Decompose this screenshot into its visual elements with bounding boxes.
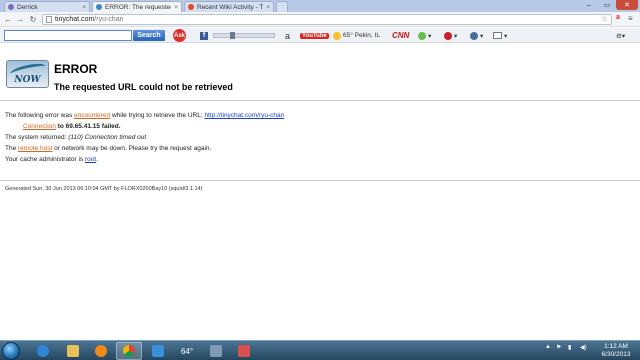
tab-strip: Derrick × ERROR: The requested URL × Rec…	[0, 0, 640, 12]
minimize-icon[interactable]: –	[580, 0, 598, 10]
new-tab-button[interactable]	[276, 1, 288, 12]
system-clock[interactable]: 1:12 AM 6/30/2013	[598, 343, 634, 359]
error-code: (110) Connection timed out	[68, 134, 147, 141]
tab-close-icon[interactable]: ×	[174, 4, 178, 11]
heart-icon[interactable]: ▾	[444, 31, 457, 40]
maximize-icon[interactable]: ▭	[598, 0, 616, 10]
root-link[interactable]: root	[85, 156, 96, 163]
error-subtitle: The requested URL could not be retrieved	[54, 82, 233, 92]
tab-title: Recent Wiki Activity - Th	[197, 3, 264, 11]
email-icon[interactable]: ▾	[493, 31, 507, 40]
encountered-link[interactable]: encountered	[74, 112, 110, 119]
file-explorer-icon[interactable]	[60, 342, 86, 360]
reload-icon[interactable]: ↻	[28, 14, 38, 24]
weather-gadget[interactable]: 64°	[174, 342, 200, 360]
error-line-connection: Connection to 69.65.41.15 failed.	[23, 123, 121, 130]
close-window-icon[interactable]: ✕	[616, 0, 638, 10]
forward-icon[interactable]: →	[15, 14, 25, 24]
tab-wiki-activity[interactable]: Recent Wiki Activity - Th ×	[184, 1, 274, 12]
paint-icon[interactable]	[231, 342, 257, 360]
network-icon[interactable]: ▮	[568, 344, 571, 351]
divider	[0, 180, 640, 181]
flag-icon[interactable]: ⚑	[556, 344, 561, 351]
ask-extension-icon[interactable]: a	[616, 14, 620, 21]
volume-icon[interactable]: ◀)	[580, 344, 587, 351]
browser-toolbar: ← → ↻ tinychat.com/ryu-chan ☆ a ≡	[0, 12, 640, 27]
tab-favicon-icon	[8, 4, 14, 10]
error-line-remote: The remote host or network may be down. …	[5, 145, 212, 152]
media-player-icon[interactable]	[88, 342, 114, 360]
cnn-icon[interactable]: CNN	[392, 31, 409, 40]
facebook-icon[interactable]: f	[200, 31, 208, 40]
ask-search-input[interactable]	[4, 30, 132, 41]
chrome-icon[interactable]	[116, 342, 142, 360]
divider	[0, 100, 640, 101]
youtube-icon[interactable]: YouTube	[300, 31, 329, 40]
ask-logo-icon[interactable]: Ask	[173, 29, 186, 42]
ask-toolbar: Search Ask f a YouTube 65° Pekin, IL CNN…	[0, 28, 640, 43]
error-header: NOW ERROR The requested URL could not be…	[0, 50, 640, 96]
map-icon[interactable]: ▾	[418, 31, 431, 40]
sun-icon	[333, 31, 341, 40]
menu-wrench-icon[interactable]: ≡	[628, 14, 633, 23]
page-icon	[46, 16, 52, 23]
tab-derrick[interactable]: Derrick ×	[4, 1, 90, 12]
tab-close-icon[interactable]: ×	[82, 4, 86, 11]
generated-footer: Generated Sun, 30 Jun 2013 06:10:04 GMT …	[5, 186, 203, 192]
settings-gear-icon[interactable]: ⚙▾	[616, 31, 625, 40]
tab-close-icon[interactable]: ×	[266, 4, 270, 11]
tab-title: Derrick	[17, 3, 38, 11]
radio-icon[interactable]: ▾	[470, 31, 483, 40]
tab-error-page[interactable]: ERROR: The requested URL ×	[92, 1, 182, 12]
error-line-admin: Your cache administrator is root.	[5, 156, 98, 163]
internet-explorer-icon[interactable]	[30, 342, 56, 360]
tab-favicon-icon	[96, 4, 102, 10]
weather-widget[interactable]: 65° Pekin, IL	[333, 31, 380, 40]
volume-slider[interactable]	[213, 31, 275, 40]
tab-favicon-icon	[188, 4, 194, 10]
amazon-icon[interactable]: a	[285, 31, 290, 41]
remote-host-link[interactable]: remote host	[18, 145, 52, 152]
tray-arrow-icon[interactable]: ▲	[545, 344, 551, 350]
app-icon[interactable]	[145, 342, 171, 360]
error-body: The following error was encountered whil…	[5, 110, 625, 165]
error-line-url: The following error was encountered whil…	[5, 112, 285, 119]
connection-link[interactable]: Connection	[23, 123, 56, 130]
error-title: ERROR	[54, 62, 98, 76]
error-line-system: The system returned: (110) Connection ti…	[5, 134, 147, 141]
ask-search-button[interactable]: Search	[133, 30, 165, 41]
tab-title: ERROR: The requested URL	[105, 3, 172, 11]
error-page: NOW ERROR The requested URL could not be…	[0, 44, 640, 340]
squid-logo-icon: NOW	[6, 60, 49, 88]
photo-viewer-icon[interactable]	[203, 342, 229, 360]
bookmark-star-icon[interactable]: ☆	[601, 14, 608, 23]
address-bar[interactable]: tinychat.com/ryu-chan ☆	[42, 14, 612, 25]
windows-taskbar: 64° ▲ ⚑ ▮ ◀) 1:12 AM 6/30/2013	[0, 340, 640, 360]
start-button-icon[interactable]	[2, 342, 20, 360]
back-icon[interactable]: ←	[3, 14, 13, 24]
address-url: tinychat.com/ryu-chan	[55, 16, 124, 23]
requested-url-link[interactable]: http://tinychat.com/ryu-chan	[204, 112, 284, 119]
